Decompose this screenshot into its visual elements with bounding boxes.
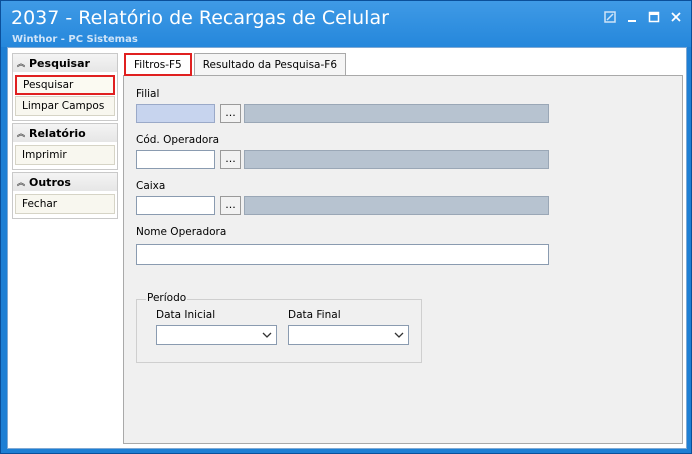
sidebar-group-title: Pesquisar — [29, 56, 90, 70]
chevron-up-icon: ︽ — [17, 128, 25, 138]
sidebar-group-header[interactable]: ︽ Relatório — [13, 124, 117, 142]
nome-operadora-label: Nome Operadora — [136, 226, 227, 238]
chevron-down-icon — [262, 332, 272, 338]
cod-operadora-lookup-button[interactable]: ... — [220, 150, 241, 169]
data-final-label: Data Final — [288, 309, 341, 321]
chevron-down-icon — [394, 332, 404, 338]
periodo-label: Período — [146, 292, 188, 304]
tab-bar: Filtros-F5 Resultado da Pesquisa-F6 — [124, 53, 348, 76]
maximize-icon[interactable] — [645, 9, 663, 25]
filial-description-field — [244, 104, 549, 123]
chevron-up-icon: ︽ — [17, 177, 25, 187]
window-title: 2037 - Relatório de Recargas de Celular — [11, 7, 389, 29]
caixa-input[interactable] — [136, 196, 215, 215]
restore-icon[interactable] — [601, 9, 619, 25]
data-inicial-select[interactable] — [156, 325, 277, 345]
nome-operadora-input[interactable] — [136, 244, 549, 265]
app-window: 2037 - Relatório de Recargas de Celular … — [0, 0, 692, 454]
sidebar-group-pesquisar: ︽ Pesquisar Pesquisar Limpar Campos — [12, 53, 118, 121]
sidebar-group-outros: ︽ Outros Fechar — [12, 172, 118, 219]
title-bar[interactable]: 2037 - Relatório de Recargas de Celular … — [1, 1, 691, 47]
sidebar-group-header[interactable]: ︽ Outros — [13, 173, 117, 191]
chevron-up-icon: ︽ — [17, 58, 25, 68]
filters-panel: Filial ... Cód. Operadora ... Caixa ... … — [123, 75, 683, 444]
tab-resultado-pesquisa[interactable]: Resultado da Pesquisa-F6 — [193, 53, 346, 75]
sidebar-group-title: Relatório — [29, 126, 86, 140]
window-subtitle: Winthor - PC Sistemas — [12, 34, 138, 45]
sidebar-group-title: Outros — [29, 175, 71, 189]
filial-label: Filial — [136, 88, 160, 100]
cod-operadora-description-field — [244, 150, 549, 169]
close-icon[interactable] — [667, 9, 685, 25]
filial-code-input[interactable] — [136, 104, 215, 123]
data-inicial-label: Data Inicial — [156, 309, 216, 321]
cod-operadora-input[interactable] — [136, 150, 215, 169]
cod-operadora-label: Cód. Operadora — [136, 134, 220, 146]
sidebar-item-pesquisar[interactable]: Pesquisar — [15, 75, 115, 95]
sidebar-item-limpar-campos[interactable]: Limpar Campos — [15, 96, 115, 116]
sidebar-group-relatorio: ︽ Relatório Imprimir — [12, 123, 118, 170]
sidebar-item-fechar[interactable]: Fechar — [15, 194, 115, 214]
filial-lookup-button[interactable]: ... — [220, 104, 241, 123]
client-area: ︽ Pesquisar Pesquisar Limpar Campos ︽ Re… — [7, 47, 687, 449]
sidebar-group-header[interactable]: ︽ Pesquisar — [13, 54, 117, 72]
tab-filtros[interactable]: Filtros-F5 — [124, 53, 192, 76]
caixa-lookup-button[interactable]: ... — [220, 196, 241, 215]
window-controls — [601, 9, 685, 25]
caixa-label: Caixa — [136, 180, 166, 192]
minimize-icon[interactable] — [623, 9, 641, 25]
sidebar: ︽ Pesquisar Pesquisar Limpar Campos ︽ Re… — [12, 53, 118, 221]
sidebar-item-imprimir[interactable]: Imprimir — [15, 145, 115, 165]
caixa-description-field — [244, 196, 549, 215]
data-final-select[interactable] — [288, 325, 409, 345]
